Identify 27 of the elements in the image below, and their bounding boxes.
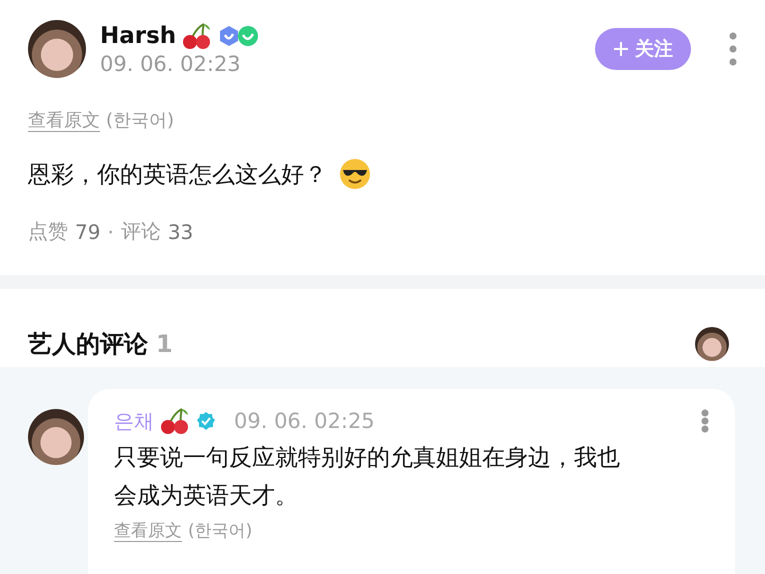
comment-text: 只要说一句反应就特别好的允真姐姐在身边，我也会成为英语天才。 [114,444,621,511]
cherry-icon [182,22,212,50]
separator-dot: · [107,220,114,244]
language-label: (한국어) [106,109,174,132]
post-text: 恩彩，你的英语怎么这么好？ [28,160,327,190]
section-title: 艺人的评论 [28,329,148,360]
likes-count: 79 [75,220,100,244]
view-original-link[interactable]: 查看原文 [114,519,182,542]
sunglasses-face-icon [339,158,371,190]
verified-icon [196,411,216,431]
comments-count: 33 [168,220,194,244]
likes-label: 点赞 [28,218,68,245]
commenter-name: 은채 [114,408,154,434]
language-label: (한국어) [188,520,252,542]
badge-icons [218,25,260,47]
comments-label: 评论 [120,218,161,245]
plus-icon [613,41,629,57]
follow-button[interactable]: 关注 [595,28,691,70]
more-icon[interactable] [729,32,737,66]
cherry-icon [160,407,190,435]
comment-count: 1 [156,330,174,358]
view-original-link[interactable]: 查看原文 [28,108,100,132]
author-name: Harsh [100,23,176,49]
post-time: 09. 06. 02:23 [100,52,242,76]
comment-time: 09. 06. 02:25 [234,409,376,433]
more-icon[interactable] [701,409,709,433]
avatar[interactable] [695,327,729,361]
